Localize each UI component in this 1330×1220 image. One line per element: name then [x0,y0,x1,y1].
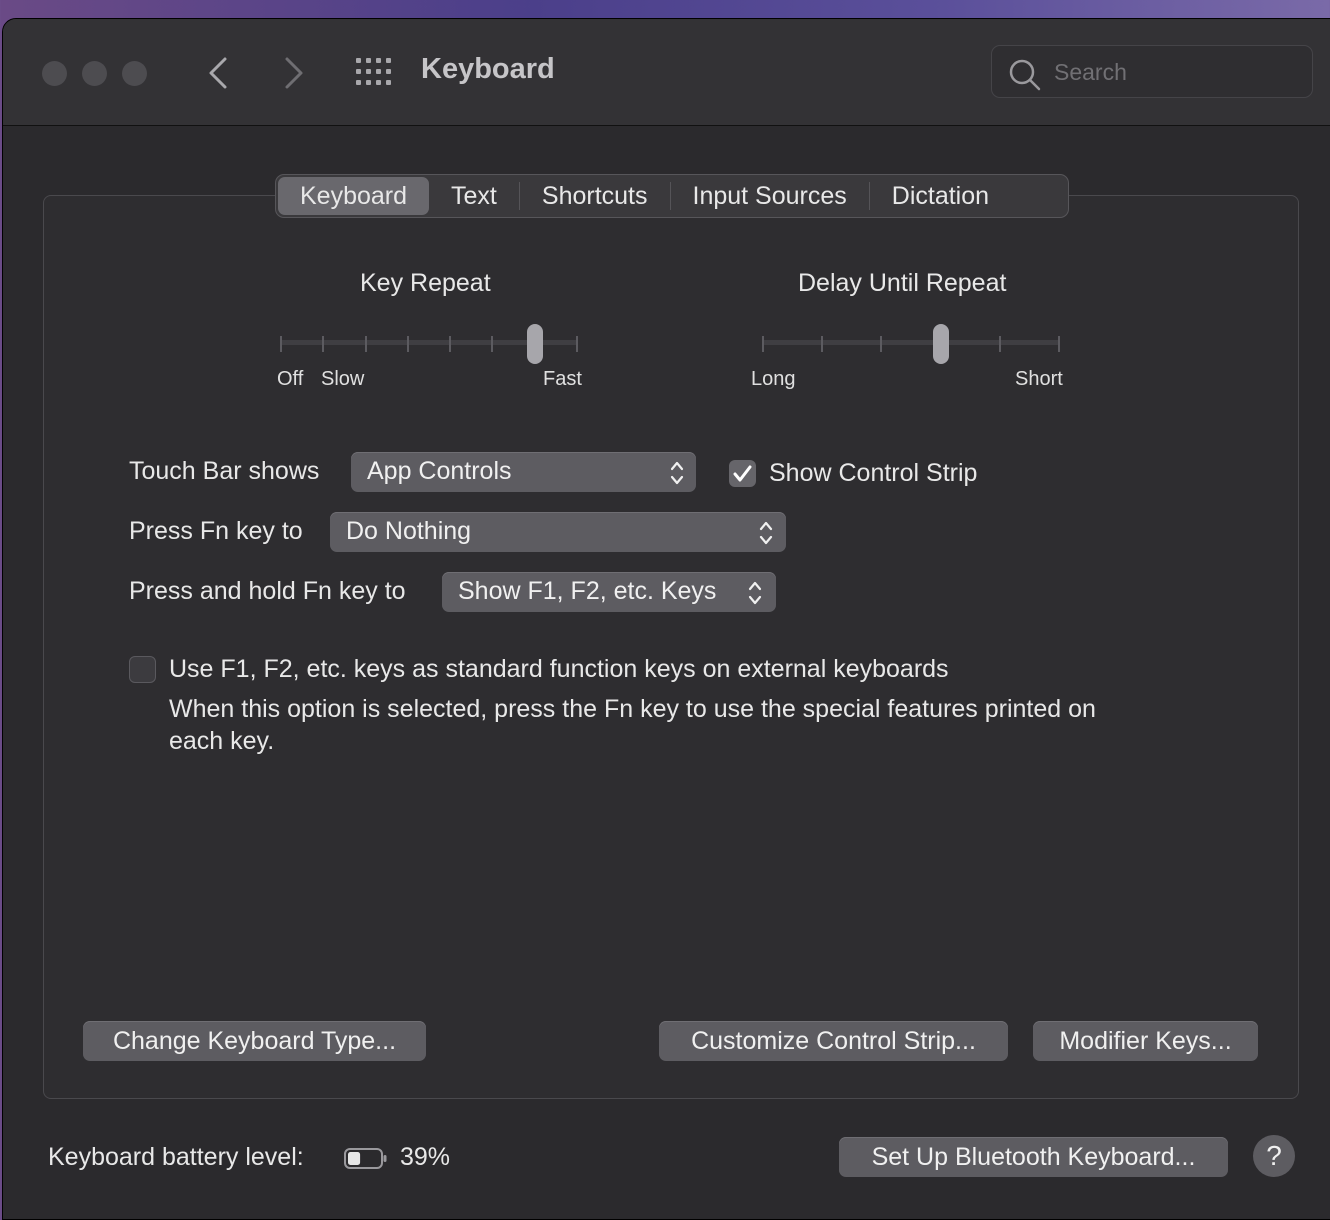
standard-function-keys-label: Use F1, F2, etc. keys as standard functi… [169,655,949,683]
window-title: Keyboard [421,53,555,85]
forward-button[interactable] [273,53,313,93]
tab-text[interactable]: Text [429,177,519,215]
zoom-window-button[interactable] [122,61,147,86]
grid-icon [356,58,391,85]
close-window-button[interactable] [42,61,67,86]
hold-fn-key-popup[interactable]: Show F1, F2, etc. Keys [442,572,776,612]
slider-knob[interactable] [526,324,543,364]
tab-shortcuts[interactable]: Shortcuts [520,177,670,215]
show-control-strip-checkbox[interactable] [729,460,756,487]
up-down-chevron-icon [748,581,762,605]
title-bar: Keyboard [3,19,1330,126]
modifier-keys-button[interactable]: Modifier Keys... [1033,1021,1258,1061]
tab-keyboard[interactable]: Keyboard [278,177,430,215]
delay-until-repeat-title: Delay Until Repeat [798,269,1007,297]
delay-long-label: Long [751,368,796,390]
search-icon [1009,59,1041,91]
back-button[interactable] [199,53,239,93]
help-button[interactable]: ? [1253,1135,1295,1177]
touch-bar-value: App Controls [367,457,512,485]
hold-fn-key-label: Press and hold Fn key to [129,577,406,605]
search-field[interactable] [991,45,1313,98]
slider-knob[interactable] [932,324,949,364]
slider-tick [998,336,1001,352]
slider-tick [1058,336,1060,352]
content-panel [43,195,1299,1099]
slider-tick [364,336,367,352]
slider-tick [762,336,764,352]
key-repeat-title: Key Repeat [360,269,491,297]
preferences-window: Keyboard Keyboard Text Shortcuts Input S… [2,18,1330,1220]
chevron-right-icon [285,57,303,89]
function-keys-description-line1: When this option is selected, press the … [169,695,1096,723]
slider-tick [406,336,409,352]
battery-level-label: Keyboard battery level: [48,1143,304,1171]
slider-tick [322,336,325,352]
minimize-window-button[interactable] [82,61,107,86]
set-up-bluetooth-keyboard-button[interactable]: Set Up Bluetooth Keyboard... [839,1137,1228,1177]
checkmark-icon [733,465,752,482]
tab-input-sources[interactable]: Input Sources [671,177,869,215]
fn-key-label: Press Fn key to [129,517,303,545]
up-down-chevron-icon [759,521,773,545]
function-keys-description-line2: each key. [169,727,275,755]
tab-dictation[interactable]: Dictation [870,177,1011,215]
tab-bar: Keyboard Text Shortcuts Input Sources Di… [275,174,1069,218]
delay-until-repeat-track [762,340,1060,345]
chevron-left-icon [209,57,227,89]
slider-tick [280,336,282,352]
slider-tick [880,336,883,352]
battery-percent: 39% [400,1143,451,1171]
touch-bar-popup[interactable]: App Controls [351,452,696,492]
key-repeat-slow-label: Slow [321,368,365,390]
battery-icon [344,1148,387,1169]
key-repeat-off-label: Off [277,368,304,390]
up-down-chevron-icon [670,461,684,485]
touch-bar-label: Touch Bar shows [129,457,320,485]
show-all-button[interactable] [355,57,393,87]
slider-tick [449,336,452,352]
fn-key-popup[interactable]: Do Nothing [330,512,786,552]
fn-key-value: Do Nothing [346,517,472,545]
delay-short-label: Short [1015,368,1063,390]
change-keyboard-type-button[interactable]: Change Keyboard Type... [83,1021,426,1061]
slider-tick [491,336,494,352]
slider-tick [576,336,578,352]
search-input[interactable] [1052,56,1296,88]
key-repeat-fast-label: Fast [543,368,582,390]
battery-fill [348,1152,361,1165]
customize-control-strip-button[interactable]: Customize Control Strip... [659,1021,1008,1061]
show-control-strip-label: Show Control Strip [769,459,978,487]
slider-tick [821,336,824,352]
standard-function-keys-checkbox[interactable] [129,656,156,683]
hold-fn-key-value: Show F1, F2, etc. Keys [458,577,717,605]
